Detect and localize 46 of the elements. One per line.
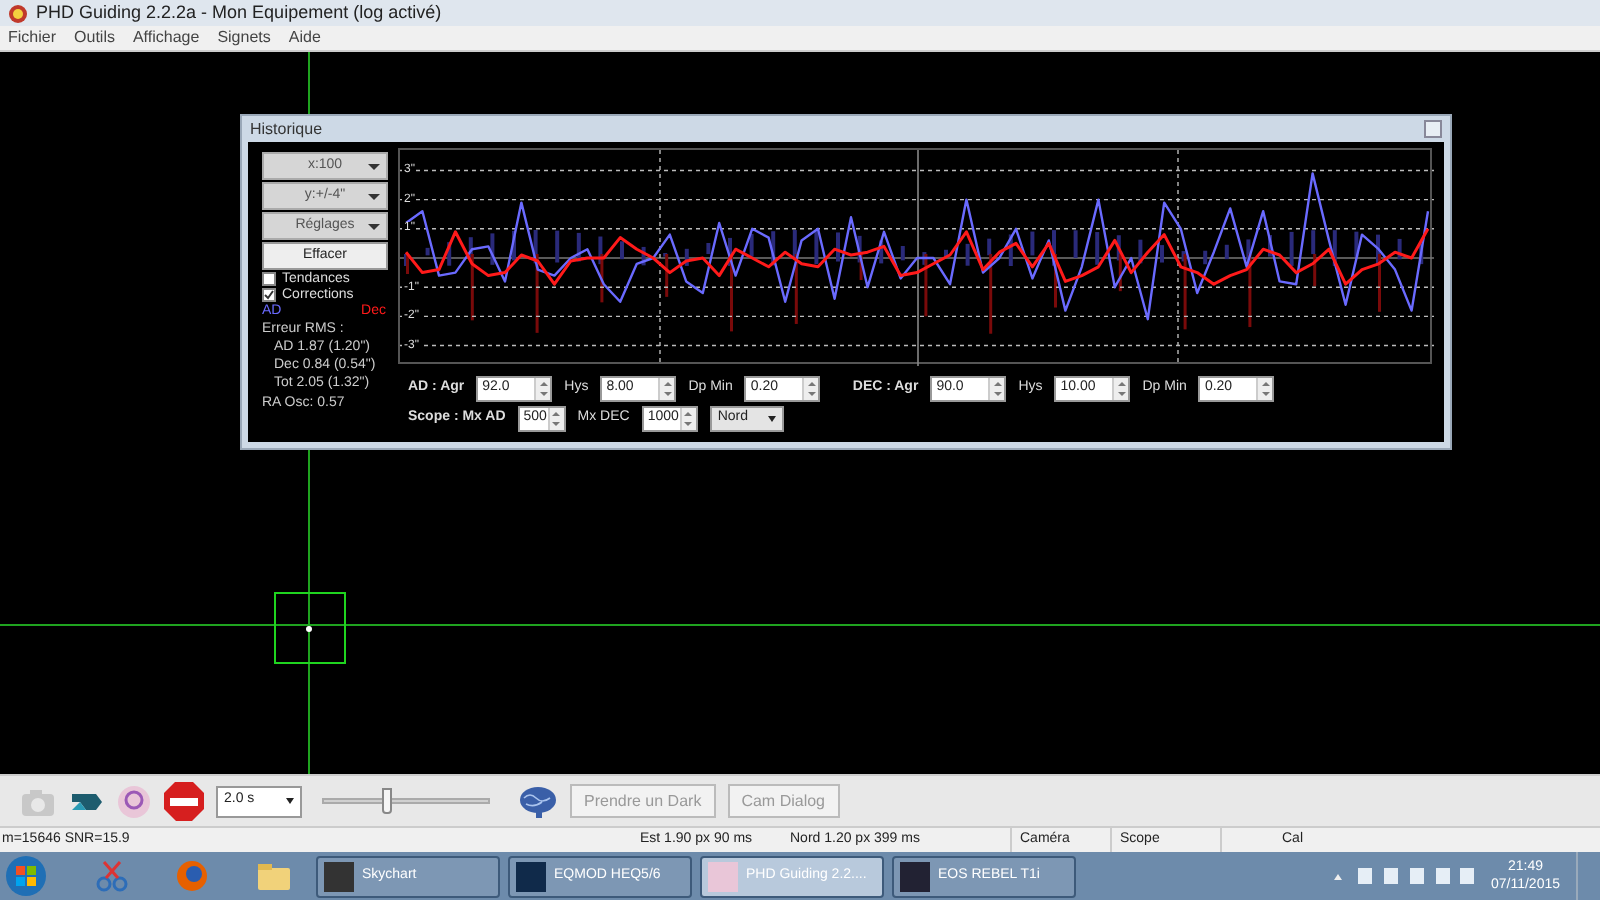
caret-icon	[368, 194, 380, 200]
spin-down-icon	[684, 422, 693, 427]
spin-up-icon	[663, 381, 672, 386]
spin-down-icon	[539, 392, 548, 397]
caret-icon	[368, 224, 380, 230]
window-title: PHD Guiding 2.2.2a - Mon Equipement (log activé)	[36, 4, 442, 22]
stop-button[interactable]	[164, 781, 204, 821]
slider-thumb[interactable]	[381, 788, 392, 814]
checkbox[interactable]	[262, 288, 276, 302]
caret-icon	[286, 798, 294, 804]
window-icon	[900, 861, 930, 891]
brain-icon[interactable]	[518, 785, 558, 817]
menu-item[interactable]: Signets	[217, 30, 271, 46]
menu-item[interactable]: Fichier	[8, 30, 57, 46]
menu-item[interactable]: Affichage	[132, 30, 200, 46]
window-title: Historique	[250, 121, 323, 137]
app-icon	[8, 3, 28, 23]
window-icon	[324, 861, 354, 891]
spin-down-icon	[1261, 392, 1270, 397]
spin-down-icon	[552, 422, 561, 427]
spin-up-icon	[1261, 381, 1270, 386]
gamma-slider[interactable]	[322, 788, 490, 814]
guide-icon[interactable]	[116, 783, 152, 819]
caret-icon	[767, 416, 776, 422]
spin-up-icon	[993, 381, 1002, 386]
browser-icon[interactable]	[176, 860, 208, 892]
folder-icon[interactable]	[256, 861, 292, 891]
restore-button[interactable]	[1424, 120, 1442, 138]
spin-up-icon	[539, 381, 548, 386]
spin-down-icon	[807, 392, 816, 397]
spin-up-icon	[1117, 381, 1126, 386]
spin-down-icon	[663, 392, 672, 397]
star-selection-box	[274, 592, 346, 664]
spin-up-icon	[684, 411, 693, 416]
spin-down-icon	[1117, 392, 1126, 397]
tray-icons[interactable]	[1330, 866, 1475, 886]
checkbox[interactable]	[262, 272, 276, 286]
spin-down-icon	[993, 392, 1002, 397]
spin-up-icon	[807, 381, 816, 386]
caret-icon	[368, 164, 380, 170]
window-icon	[516, 861, 546, 891]
start-button[interactable]	[4, 854, 48, 898]
window-icon	[708, 861, 738, 891]
menu-item[interactable]: Aide	[288, 30, 321, 46]
spin-up-icon	[552, 411, 561, 416]
menu-item[interactable]: Outils	[74, 30, 115, 46]
